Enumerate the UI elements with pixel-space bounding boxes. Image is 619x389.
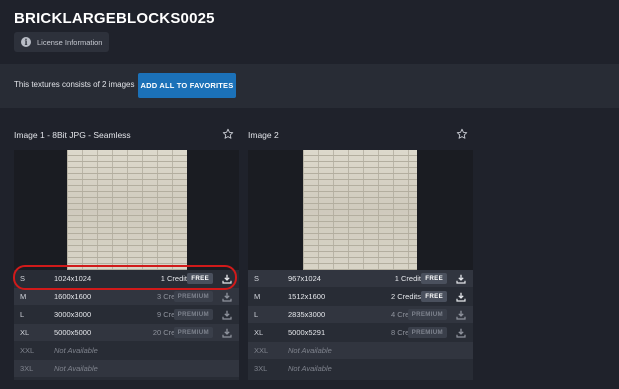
premium-badge: PREMIUM	[173, 327, 213, 338]
license-information-button[interactable]: i License Information	[14, 32, 110, 52]
download-row-xl[interactable]: XL 5000x5000 20 Credits PREMIUM	[14, 324, 239, 341]
image-1-thumbnail[interactable]	[67, 150, 187, 270]
download-icon[interactable]	[222, 328, 232, 338]
premium-badge: PREMIUM	[407, 309, 447, 320]
image-count-panel: This textures consists of 2 images ADD A…	[0, 64, 619, 108]
download-row-l[interactable]: L 2835x3000 4 Credits PREMIUM	[248, 306, 473, 323]
image-2-card: S 967x1024 1 Credit FREE M 1512x1600 2 C…	[248, 150, 473, 380]
download-row-xl[interactable]: XL 5000x5291 8 Credits PREMIUM	[248, 324, 473, 341]
download-row-xxl: XXL Not Available	[20, 346, 98, 355]
image-count-text: This textures consists of 2 images	[14, 80, 135, 89]
highlight-annotation	[13, 265, 237, 290]
download-icon[interactable]	[222, 292, 232, 302]
image-1-preview-area	[14, 150, 239, 270]
download-icon[interactable]	[456, 292, 466, 302]
page-title: BRICKLARGEBLOCKS0025	[14, 10, 215, 27]
premium-badge: PREMIUM	[173, 291, 213, 302]
image-2-preview-area	[248, 150, 473, 270]
image-2-thumbnail[interactable]	[303, 150, 417, 270]
favorite-star-icon[interactable]	[222, 128, 234, 140]
download-icon[interactable]	[222, 310, 232, 320]
premium-badge: PREMIUM	[173, 309, 213, 320]
download-row-xxl: XXL Not Available	[248, 342, 473, 359]
download-icon[interactable]	[456, 310, 466, 320]
favorite-star-icon[interactable]	[456, 128, 468, 140]
download-icon[interactable]	[456, 328, 466, 338]
image-2-title: Image 2	[248, 130, 279, 140]
download-row-3xl: 3XL Not Available	[254, 364, 332, 373]
download-row-l[interactable]: L 3000x3000 9 Credits PREMIUM	[14, 306, 239, 323]
premium-badge: PREMIUM	[407, 327, 447, 338]
info-icon: i	[21, 37, 31, 47]
download-icon[interactable]	[456, 274, 466, 284]
free-badge: FREE	[421, 273, 447, 284]
download-row-s[interactable]: S 967x1024 1 Credit FREE	[248, 270, 473, 287]
add-all-to-favorites-button[interactable]: ADD ALL TO FAVORITES	[138, 73, 236, 98]
license-label: License Information	[37, 37, 103, 47]
image-1-title: Image 1 - 8Bit JPG - Seamless	[14, 130, 131, 140]
download-row-m[interactable]: M 1512x1600 2 Credits FREE	[248, 288, 473, 305]
download-row-m[interactable]: M 1600x1600 3 Credits PREMIUM	[14, 288, 239, 305]
free-badge: FREE	[421, 291, 447, 302]
download-row-3xl: 3XL Not Available	[14, 360, 239, 377]
